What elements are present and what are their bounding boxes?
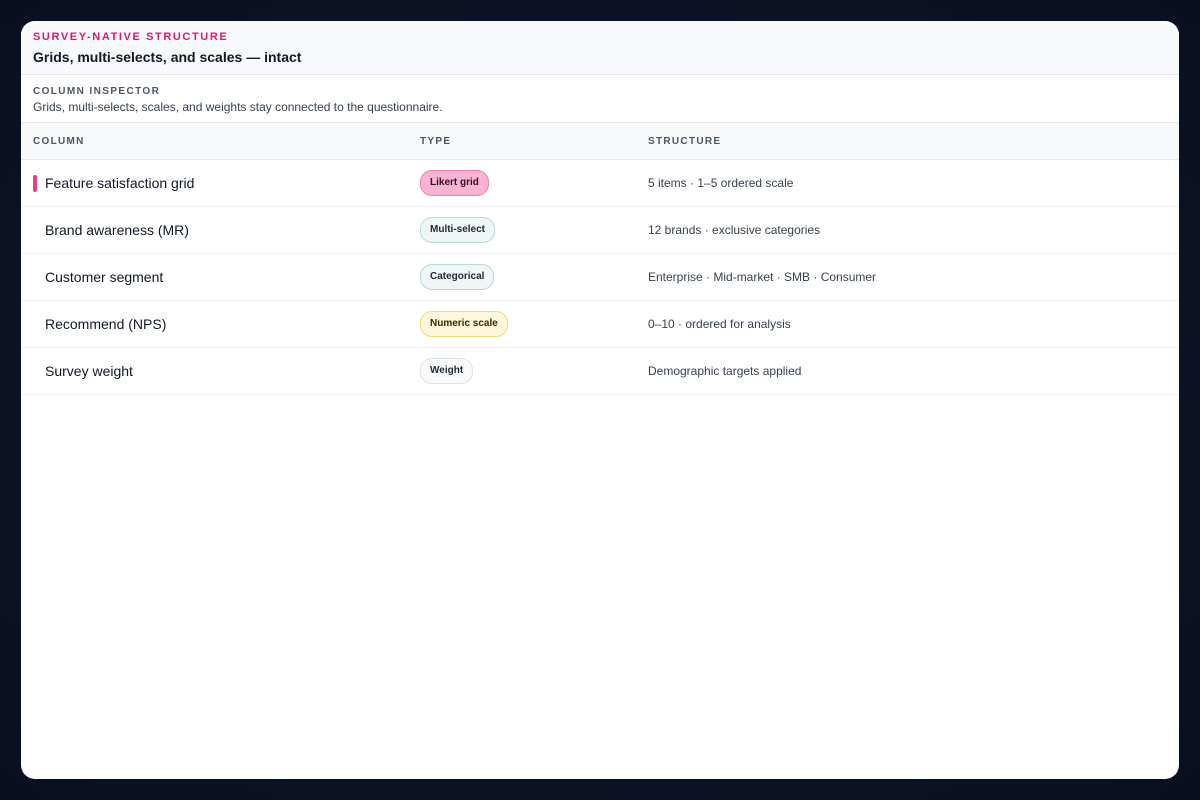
- type-badge: Weight: [420, 358, 474, 384]
- selected-indicator: [33, 175, 37, 192]
- column-inspector-section: COLUMN INSPECTOR Grids, multi-selects, s…: [21, 75, 1179, 123]
- row-structure: Enterprise · Mid-market · SMB · Consumer: [648, 270, 877, 284]
- survey-structure-card: SURVEY-NATIVE STRUCTURE Grids, multi-sel…: [21, 21, 1179, 779]
- type-badge: Likert grid: [420, 170, 489, 196]
- row-structure: 5 items · 1–5 ordered scale: [648, 176, 794, 190]
- table-row-recommend-nps[interactable]: Recommend (NPS) Numeric scale 0–10 · ord…: [21, 301, 1179, 348]
- row-column-name: Survey weight: [45, 363, 133, 379]
- row-column-name: Recommend (NPS): [45, 316, 167, 332]
- header-column: COLUMN: [33, 135, 85, 147]
- table-row-customer-segment[interactable]: Customer segment Categorical Enterprise …: [21, 254, 1179, 301]
- type-badge: Categorical: [420, 264, 495, 290]
- eyebrow-label: SURVEY-NATIVE STRUCTURE: [33, 31, 229, 43]
- row-column-name: Brand awareness (MR): [45, 222, 189, 238]
- table-row-brand-awareness[interactable]: Brand awareness (MR) Multi-select 12 bra…: [21, 207, 1179, 254]
- column-table: COLUMN TYPE STRUCTURE Feature satisfacti…: [21, 123, 1179, 395]
- table-row-survey-weight[interactable]: Survey weight Weight Demographic targets…: [21, 348, 1179, 395]
- inspector-label: COLUMN INSPECTOR: [33, 86, 161, 97]
- row-column-name: Customer segment: [45, 269, 164, 285]
- row-column-name: Feature satisfaction grid: [45, 175, 195, 191]
- table-header: COLUMN TYPE STRUCTURE: [21, 123, 1179, 160]
- table-row-feature-satisfaction[interactable]: Feature satisfaction grid Likert grid 5 …: [21, 160, 1179, 207]
- row-structure: Demographic targets applied: [648, 364, 802, 378]
- header-structure: STRUCTURE: [648, 135, 722, 147]
- card-title: Grids, multi-selects, and scales — intac…: [33, 49, 302, 65]
- type-badge: Numeric scale: [420, 311, 508, 337]
- card-header: SURVEY-NATIVE STRUCTURE Grids, multi-sel…: [21, 21, 1179, 75]
- row-structure: 0–10 · ordered for analysis: [648, 317, 791, 331]
- header-type: TYPE: [420, 135, 452, 147]
- row-structure: 12 brands · exclusive categories: [648, 223, 821, 237]
- inspector-description: Grids, multi-selects, scales, and weight…: [33, 100, 443, 114]
- type-badge: Multi-select: [420, 217, 496, 243]
